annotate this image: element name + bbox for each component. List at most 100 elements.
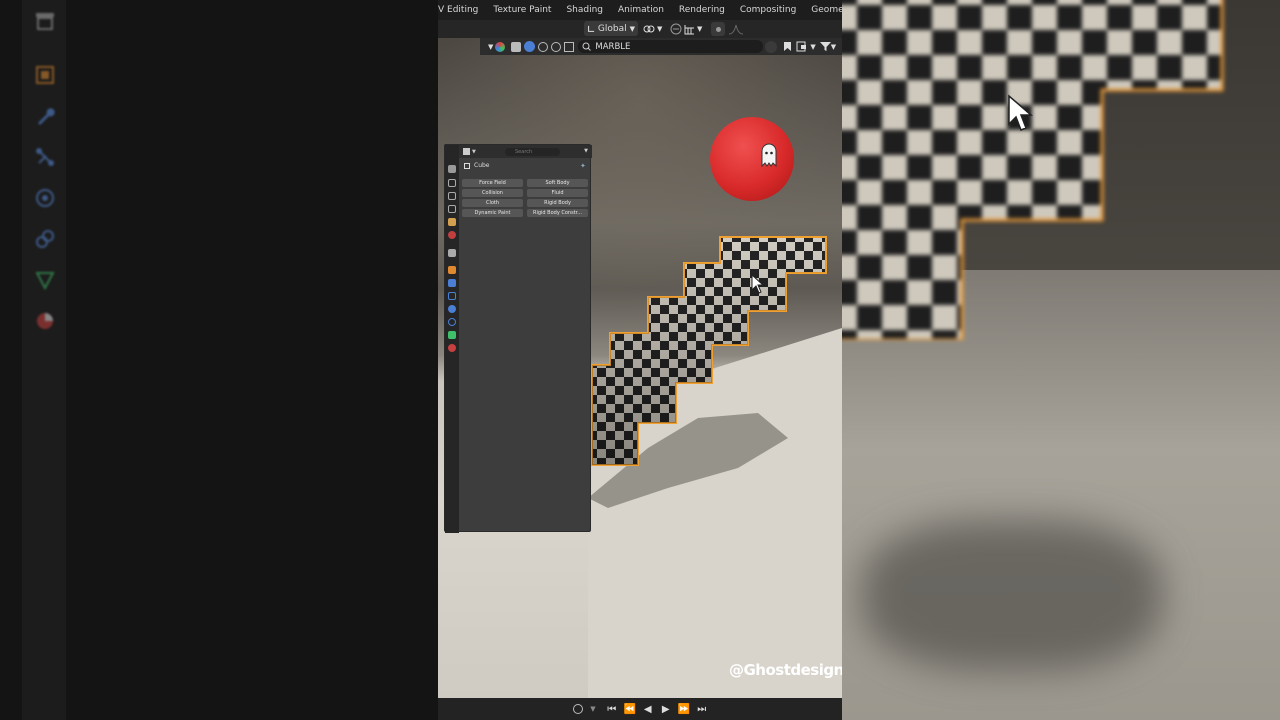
jump-to-start-icon[interactable]: ⏮ xyxy=(606,703,618,715)
soft-body-label: Soft Body xyxy=(545,180,570,186)
world-filter-icon[interactable] xyxy=(551,41,562,52)
collection-icon[interactable] xyxy=(448,249,456,257)
blender-window: V Editing Texture Paint Shading Animatio… xyxy=(438,0,842,720)
render-icon[interactable] xyxy=(448,179,456,187)
force-field-label: Force Field xyxy=(479,180,506,186)
properties-header: ▼ Search ▼ xyxy=(459,145,592,158)
transform-orientation-dropdown[interactable]: Global ▼ xyxy=(584,21,638,36)
playback-controls-bar: ▼ ⏮ ⏪ ◀ ▶ ⏩ ⏭ xyxy=(438,698,842,720)
light-filter-icon[interactable] xyxy=(538,41,549,52)
cloth-button[interactable]: Cloth xyxy=(462,199,523,207)
tab-uv-editing[interactable]: V Editing xyxy=(438,5,478,15)
next-keyframe-icon[interactable]: ⏩ xyxy=(677,703,689,715)
chevron-down-icon[interactable]: ▼ xyxy=(810,43,815,51)
keyframe-record-icon[interactable] xyxy=(572,703,584,715)
tab-geometry-nodes[interactable]: Geometry Nodes xyxy=(811,5,842,15)
new-collection-icon[interactable] xyxy=(796,41,810,52)
soft-body-button[interactable]: Soft Body xyxy=(527,179,588,187)
filter-icon[interactable] xyxy=(819,41,831,52)
link-icon xyxy=(643,25,655,32)
properties-search-placeholder: Search xyxy=(515,149,533,155)
physics-icon[interactable] xyxy=(448,305,456,313)
force-field-button[interactable]: Force Field xyxy=(462,179,523,187)
viewport-header: Global ▼ ▼ ▼ xyxy=(438,20,842,38)
background-right-blur xyxy=(842,0,1280,720)
jump-to-end-icon[interactable]: ⏭ xyxy=(696,703,708,715)
material-icon xyxy=(37,313,53,329)
tab-shading[interactable]: Shading xyxy=(566,5,603,15)
world-icon[interactable] xyxy=(448,231,456,239)
material-icon[interactable] xyxy=(448,344,456,352)
properties-tab-column xyxy=(445,145,459,533)
properties-search-field[interactable]: Search xyxy=(505,148,560,156)
physics-icon xyxy=(36,189,54,207)
tab-texture-paint[interactable]: Texture Paint xyxy=(493,5,551,15)
editor-type-icon[interactable] xyxy=(463,148,470,155)
particles-icon xyxy=(36,148,54,166)
chevron-down-icon[interactable]: ▼ xyxy=(831,43,836,51)
constraints-icon[interactable] xyxy=(448,318,456,326)
search-icon xyxy=(582,42,592,51)
tab-compositing[interactable]: Compositing xyxy=(740,5,796,15)
tab-animation[interactable]: Animation xyxy=(618,5,664,15)
play-icon[interactable]: ▶ xyxy=(660,703,672,715)
outliner-search-field[interactable]: MARBLE xyxy=(578,40,764,53)
object-data-icon xyxy=(464,163,470,169)
checker-stairs-blur xyxy=(842,0,1224,340)
stairs-shadow-blur xyxy=(862,520,1162,670)
red-ball-object[interactable] xyxy=(710,117,794,201)
fluid-label: Fluid xyxy=(551,190,564,196)
rigid-body-button[interactable]: Rigid Body xyxy=(527,199,588,207)
dynamic-paint-button[interactable]: Dynamic Paint xyxy=(462,209,523,217)
collision-button[interactable]: Collision xyxy=(462,189,523,197)
chevron-down-icon: ▼ xyxy=(657,24,663,33)
outliner-search-value: MARBLE xyxy=(595,41,631,52)
tool-icon[interactable] xyxy=(448,165,456,173)
checker-stairs-mesh[interactable] xyxy=(588,233,833,468)
collision-label: Collision xyxy=(482,190,503,196)
falloff-icon[interactable] xyxy=(728,23,744,35)
bookmark-icon[interactable] xyxy=(783,41,792,52)
chevron-down-icon[interactable]: ▼ xyxy=(472,149,476,155)
proportional-edit-toggle[interactable] xyxy=(711,22,725,36)
proportional-dot-icon xyxy=(715,26,721,32)
dynamic-paint-label: Dynamic Paint xyxy=(474,210,511,216)
cloth-label: Cloth xyxy=(485,200,500,206)
scene-icon[interactable] xyxy=(448,218,456,226)
grid-snap-icon xyxy=(684,24,694,34)
object-name: Cube xyxy=(474,162,490,169)
image-filter-icon[interactable] xyxy=(564,41,575,52)
search-clear-icon[interactable] xyxy=(765,40,778,53)
archive-icon xyxy=(36,13,54,30)
watermark-text: @Ghostdesigner xyxy=(729,661,842,679)
play-reverse-icon[interactable]: ◀ xyxy=(642,703,654,715)
data-icon[interactable] xyxy=(448,331,456,339)
transform-orientation-label: Global xyxy=(597,23,627,34)
snap-target-dropdown[interactable]: ▼ xyxy=(684,22,706,36)
display-mode-icon[interactable] xyxy=(495,41,506,52)
tab-rendering[interactable]: Rendering xyxy=(679,5,725,15)
pivot-point-dropdown[interactable]: ▼ xyxy=(643,21,667,36)
chevron-down-icon[interactable]: ▼ xyxy=(590,705,595,713)
mouse-cursor-blur xyxy=(1008,94,1034,131)
view-layer-icon[interactable] xyxy=(448,205,456,213)
chevron-down-icon[interactable]: ▼ xyxy=(488,43,493,51)
previous-keyframe-icon[interactable]: ⏪ xyxy=(623,703,635,715)
chevron-down-icon: ▼ xyxy=(697,25,703,33)
snap-icon[interactable] xyxy=(670,23,682,35)
particles-icon[interactable] xyxy=(448,292,456,300)
object-icon[interactable] xyxy=(448,266,456,274)
fluid-button[interactable]: Fluid xyxy=(527,189,588,197)
object-filter-icon[interactable] xyxy=(511,41,522,52)
wrench-icon[interactable] xyxy=(448,279,456,287)
camera-filter-icon[interactable] xyxy=(524,41,536,52)
chevron-down-icon: ▼ xyxy=(629,24,635,33)
chevron-down-icon[interactable]: ▼ xyxy=(584,148,588,154)
data-icon xyxy=(35,272,55,291)
ghost-logo-icon xyxy=(761,143,777,168)
outliner-filter-bar: ▼ MARBLE ▼ ▼ xyxy=(480,38,842,55)
rigid-body-constraint-button[interactable]: Rigid Body Constr... xyxy=(527,209,588,217)
output-icon[interactable] xyxy=(448,192,456,200)
pin-icon[interactable]: ✦ xyxy=(580,162,586,170)
wrench-icon xyxy=(38,108,55,125)
